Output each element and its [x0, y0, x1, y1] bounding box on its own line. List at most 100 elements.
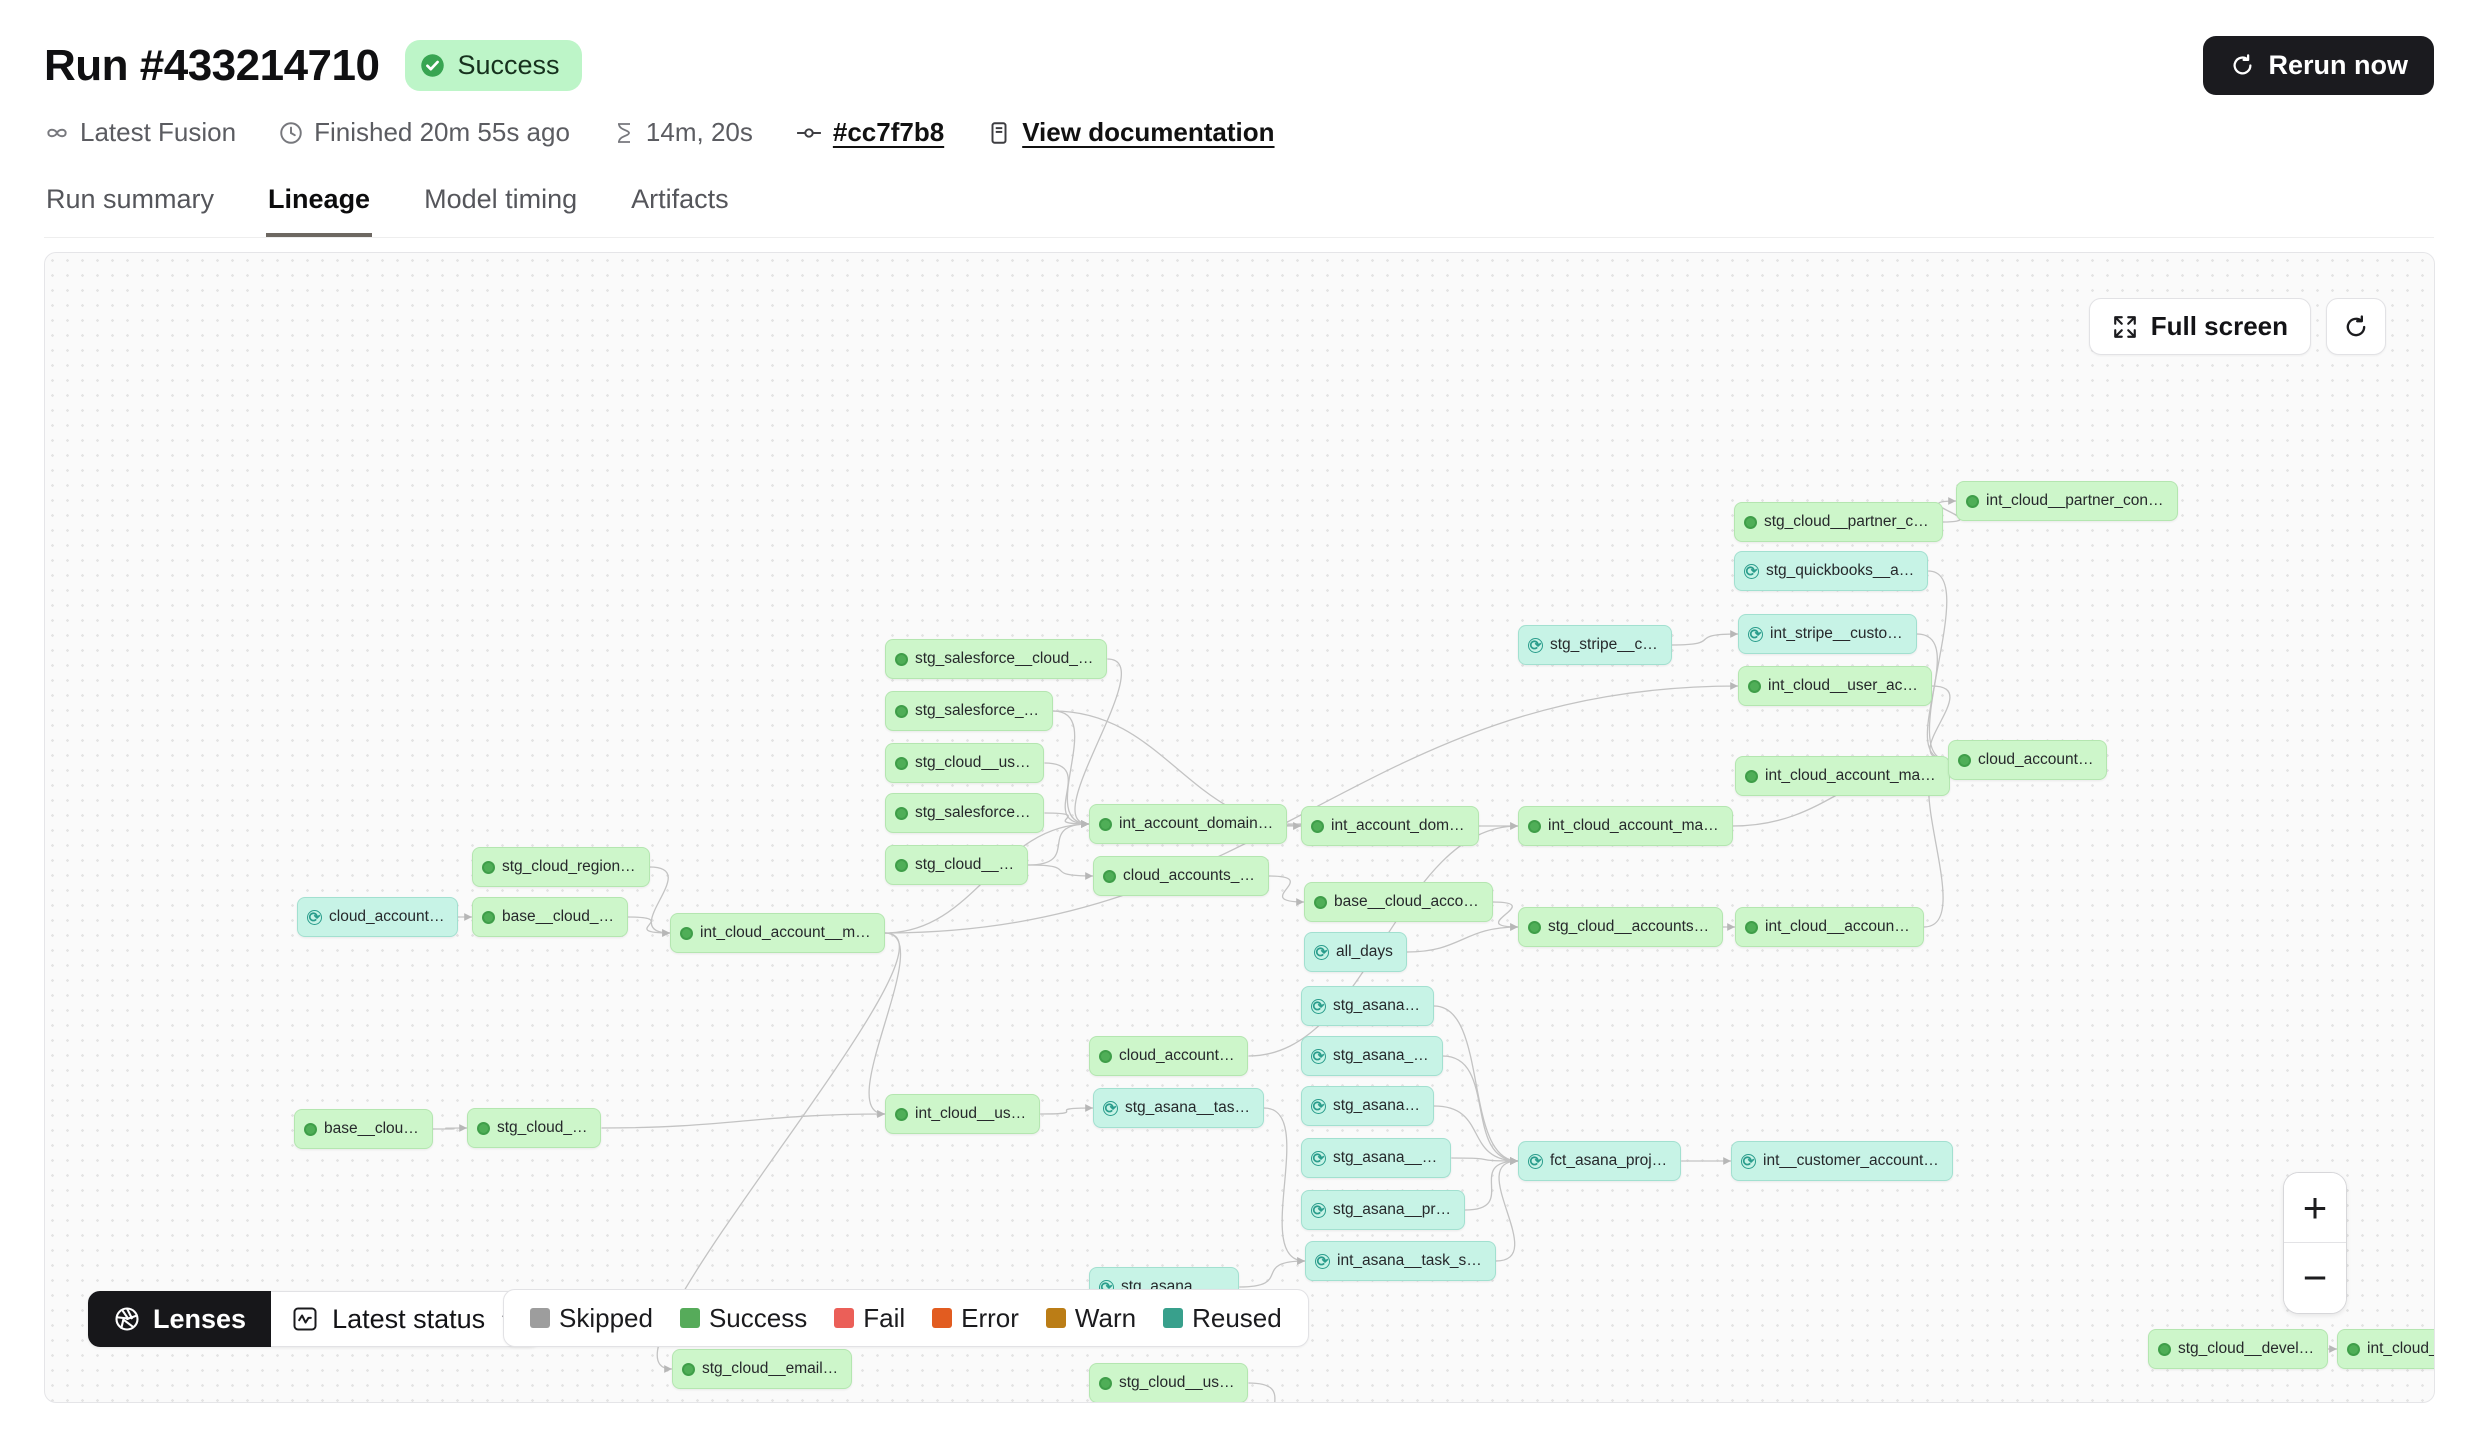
success-dot-icon: [477, 1122, 490, 1135]
graph-node[interactable]: int_account_domain…: [1089, 804, 1287, 844]
view-documentation-link[interactable]: View documentation: [986, 117, 1274, 148]
graph-node[interactable]: cloud_accounts_…: [1093, 856, 1269, 896]
graph-node[interactable]: stg_cloud__us…: [1089, 1363, 1248, 1403]
node-label: stg_asana…: [1333, 1097, 1420, 1115]
graph-node[interactable]: ⟳cloud_account…: [297, 897, 458, 937]
expand-icon: [2112, 314, 2138, 340]
graph-node[interactable]: base__cloud_acco…: [1304, 882, 1493, 922]
graph-node[interactable]: int_cloud_account_ma…: [1735, 756, 1950, 796]
success-dot-icon: [895, 705, 908, 718]
graph-node[interactable]: ⟳stg_asana__tas…: [1093, 1088, 1264, 1128]
latest-status-dropdown[interactable]: Latest status: [271, 1291, 541, 1347]
legend-item: Warn: [1046, 1303, 1136, 1334]
graph-node[interactable]: ⟳stg_stripe__c…: [1518, 625, 1672, 665]
graph-node[interactable]: int_cloud_account__m…: [670, 913, 885, 953]
reused-icon: ⟳: [1741, 1154, 1756, 1169]
graph-node[interactable]: stg_salesforce__cloud_…: [885, 639, 1107, 679]
tab-artifacts[interactable]: Artifacts: [629, 176, 731, 237]
legend-label: Warn: [1075, 1303, 1136, 1334]
legend-swatch: [680, 1308, 700, 1328]
graph-node[interactable]: ⟳stg_asana…: [1301, 1086, 1434, 1126]
graph-node[interactable]: base__clou…: [294, 1109, 433, 1149]
node-label: int_cloud_account_ma…: [1765, 767, 1936, 785]
success-dot-icon: [895, 1108, 908, 1121]
node-label: stg_cloud__partner_c…: [1764, 513, 1929, 531]
success-dot-icon: [2347, 1343, 2360, 1356]
success-dot-icon: [895, 757, 908, 770]
refresh-icon: [2342, 313, 2370, 341]
lineage-canvas[interactable]: int_cloud__partner_con… stg_cloud__partne…: [44, 252, 2435, 1403]
graph-node[interactable]: stg_cloud__us…: [885, 743, 1044, 783]
graph-node[interactable]: int_account_dom…: [1301, 806, 1479, 846]
graph-node[interactable]: stg_cloud__…: [885, 845, 1028, 885]
graph-node[interactable]: int_cloud__user_ac…: [1738, 666, 1932, 706]
graph-node[interactable]: stg_cloud_region…: [472, 847, 650, 887]
node-label: int__customer_account…: [1763, 1152, 1939, 1170]
graph-node[interactable]: base__cloud_…: [472, 897, 628, 937]
refresh-canvas-button[interactable]: [2326, 298, 2386, 355]
lenses-button[interactable]: Lenses: [88, 1291, 271, 1347]
graph-node[interactable]: ⟳stg_asana__pr…: [1301, 1190, 1465, 1230]
node-label: stg_asana__…: [1333, 1149, 1437, 1167]
graph-node[interactable]: int_cloud__us…: [885, 1094, 1040, 1134]
graph-node[interactable]: int_cloud__devel…: [2337, 1329, 2435, 1369]
finished-meta: Finished 20m 55s ago: [278, 117, 570, 148]
node-label: int_cloud__user_ac…: [1768, 677, 1918, 695]
graph-node[interactable]: int_cloud__partner_con…: [1956, 481, 2178, 521]
graph-node[interactable]: int_cloud__accoun…: [1735, 907, 1924, 947]
tab-lineage[interactable]: Lineage: [266, 176, 372, 237]
graph-node[interactable]: ⟳int_asana__task_s…: [1305, 1241, 1496, 1281]
zoom-out-button[interactable]: −: [2284, 1243, 2346, 1313]
graph-node[interactable]: stg_salesforce…: [885, 793, 1044, 833]
graph-node[interactable]: ⟳stg_asana…: [1301, 986, 1434, 1026]
rerun-now-button[interactable]: Rerun now: [2203, 36, 2435, 95]
graph-node[interactable]: stg_cloud__devel…: [2148, 1329, 2328, 1369]
reused-icon: ⟳: [1528, 638, 1543, 653]
tab-model-timing[interactable]: Model timing: [422, 176, 579, 237]
graph-node[interactable]: ⟳fct_asana_proj…: [1518, 1141, 1681, 1181]
full-screen-button[interactable]: Full screen: [2089, 298, 2311, 355]
node-label: base__cloud_acco…: [1334, 893, 1479, 911]
graph-node[interactable]: int_cloud_account_ma…: [1518, 806, 1733, 846]
graph-node[interactable]: cloud_account…: [1948, 740, 2107, 780]
node-label: stg_cloud__us…: [1119, 1374, 1234, 1392]
success-dot-icon: [1314, 896, 1327, 909]
node-label: cloud_accounts_…: [1123, 867, 1255, 885]
graph-node[interactable]: stg_cloud__accounts…: [1518, 907, 1723, 947]
node-label: stg_asana__tas…: [1125, 1099, 1250, 1117]
graph-node[interactable]: ⟳stg_asana__…: [1301, 1138, 1451, 1178]
status-badge: Success: [405, 40, 581, 91]
success-dot-icon: [1966, 495, 1979, 508]
success-dot-icon: [1745, 770, 1758, 783]
page-header: Run #433214710 Success Rerun now Latest …: [0, 0, 2470, 238]
graph-node[interactable]: ⟳ int__customer_account…: [1731, 1141, 1953, 1181]
node-label: int_cloud_account__m…: [700, 924, 871, 942]
graph-node[interactable]: cloud_account…: [1089, 1036, 1248, 1076]
node-label: stg_cloud__us…: [915, 754, 1030, 772]
zoom-in-button[interactable]: +: [2284, 1173, 2346, 1243]
tab-run-summary[interactable]: Run summary: [44, 176, 216, 237]
reused-icon: ⟳: [1311, 1049, 1326, 1064]
success-dot-icon: [1311, 820, 1324, 833]
reused-icon: ⟳: [307, 910, 322, 925]
latest-status-value: Latest status: [332, 1304, 485, 1335]
node-label: stg_cloud__email…: [702, 1360, 838, 1378]
graph-node[interactable]: stg_cloud__partner_c…: [1734, 502, 1943, 542]
success-dot-icon: [1744, 516, 1757, 529]
commit-link[interactable]: #cc7f7b8: [795, 117, 944, 148]
legend-swatch: [834, 1308, 854, 1328]
graph-node[interactable]: ⟳int_stripe__custo…: [1738, 614, 1917, 654]
graph-node[interactable]: ⟳all_days: [1304, 932, 1407, 972]
node-label: int_cloud__accoun…: [1765, 918, 1910, 936]
graph-node[interactable]: stg_cloud_…: [467, 1108, 601, 1148]
lenses-bar: Lenses Latest status: [88, 1291, 541, 1347]
graph-node[interactable]: stg_cloud__email…: [672, 1349, 852, 1389]
graph-node[interactable]: stg_salesforce_…: [885, 691, 1053, 731]
node-label: stg_quickbooks__a…: [1766, 562, 1914, 580]
legend-label: Skipped: [559, 1303, 653, 1334]
graph-node[interactable]: ⟳stg_asana_…: [1301, 1036, 1443, 1076]
graph-node[interactable]: ⟳stg_quickbooks__a…: [1734, 551, 1928, 591]
legend-item: Error: [932, 1303, 1019, 1334]
success-dot-icon: [1099, 1050, 1112, 1063]
legend-label: Success: [709, 1303, 807, 1334]
